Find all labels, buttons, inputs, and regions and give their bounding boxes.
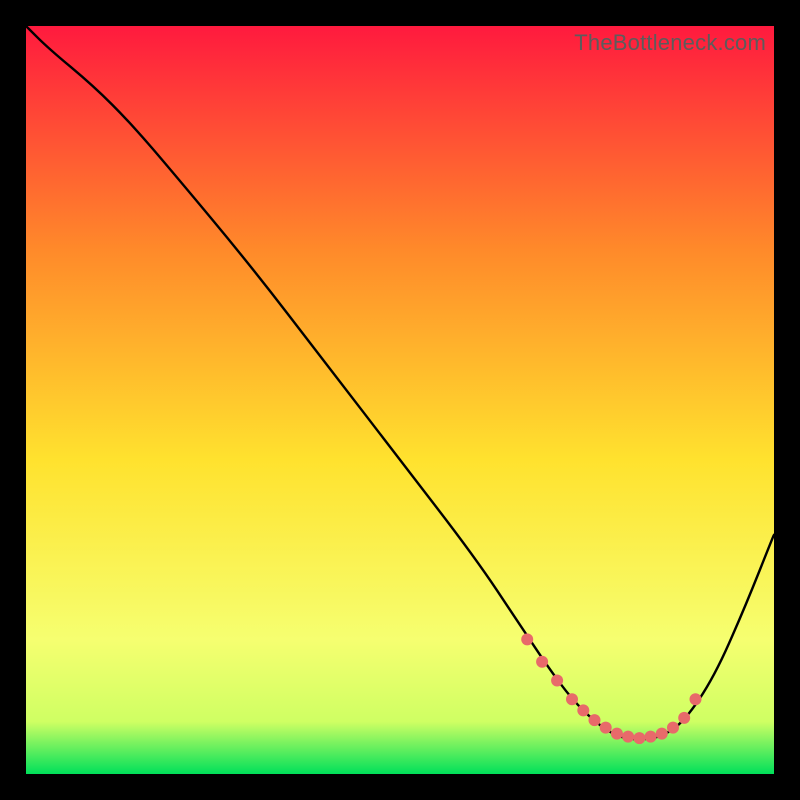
- highlight-dot: [656, 728, 668, 740]
- bottleneck-chart: [26, 26, 774, 774]
- highlight-dot: [577, 704, 589, 716]
- highlight-dot: [645, 731, 657, 743]
- highlight-dot: [622, 731, 634, 743]
- watermark-text: TheBottleneck.com: [574, 30, 766, 56]
- highlight-dot: [667, 722, 679, 734]
- highlight-dot: [633, 732, 645, 744]
- highlight-dot: [678, 712, 690, 724]
- highlight-dot: [536, 656, 548, 668]
- highlight-dot: [551, 675, 563, 687]
- highlight-dot: [600, 722, 612, 734]
- highlight-dot: [566, 693, 578, 705]
- chart-frame: TheBottleneck.com: [26, 26, 774, 774]
- highlight-dot: [611, 728, 623, 740]
- gradient-background: [26, 26, 774, 774]
- highlight-dot: [589, 714, 601, 726]
- highlight-dot: [521, 633, 533, 645]
- highlight-dot: [690, 693, 702, 705]
